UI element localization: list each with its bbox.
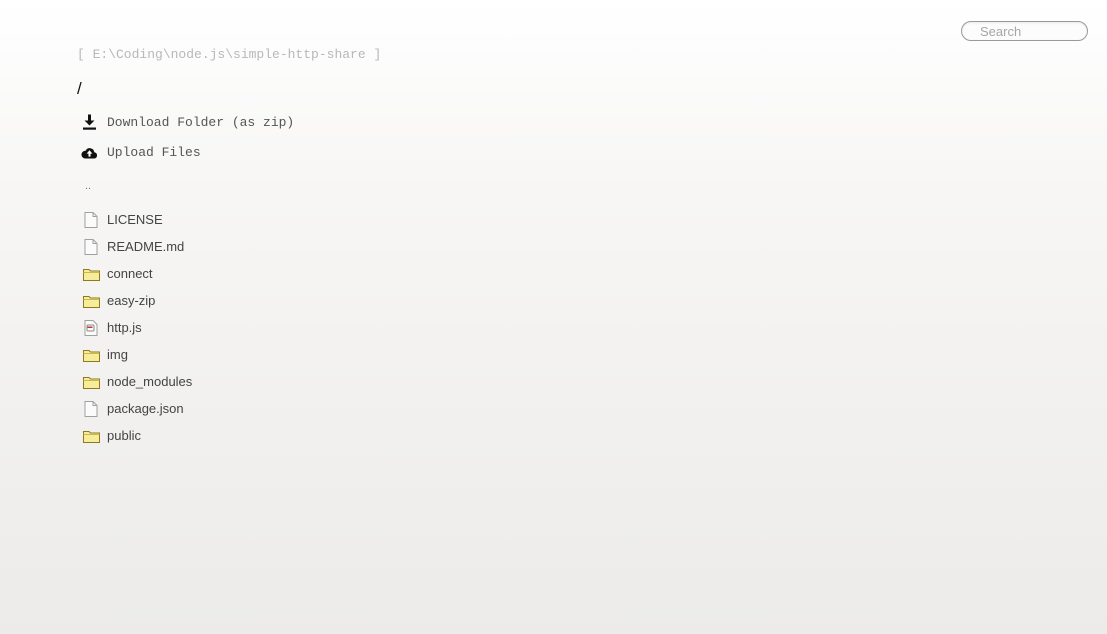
- list-item[interactable]: README.md: [82, 233, 192, 260]
- folder-icon: [82, 266, 100, 282]
- folder-icon: [82, 293, 100, 309]
- cloud-upload-icon: [81, 144, 98, 161]
- file-list: LICENSE README.md connect easy-zip http.…: [82, 206, 192, 449]
- list-item[interactable]: node_modules: [82, 368, 192, 395]
- list-item[interactable]: connect: [82, 260, 192, 287]
- list-item[interactable]: img: [82, 341, 192, 368]
- list-item-name: img: [107, 347, 128, 362]
- file-icon: [82, 211, 100, 228]
- list-item-name: README.md: [107, 239, 185, 254]
- folder-icon: [82, 428, 100, 444]
- list-item-name: connect: [107, 266, 153, 281]
- folder-icon: [82, 347, 100, 363]
- list-item[interactable]: http.js: [82, 314, 192, 341]
- search-input[interactable]: [961, 21, 1088, 41]
- list-item[interactable]: public: [82, 422, 192, 449]
- list-item[interactable]: easy-zip: [82, 287, 192, 314]
- upload-files-button[interactable]: Upload Files: [81, 143, 201, 161]
- file-icon: [82, 400, 100, 417]
- folder-icon: [82, 374, 100, 390]
- list-item-name: LICENSE: [107, 212, 163, 227]
- download-folder-label: Download Folder (as zip): [107, 114, 295, 130]
- list-item[interactable]: LICENSE: [82, 206, 192, 233]
- download-icon: [81, 114, 98, 131]
- list-item-name: package.json: [107, 401, 184, 416]
- parent-directory-link[interactable]: ..: [85, 180, 91, 192]
- list-item-name: node_modules: [107, 374, 193, 389]
- breadcrumb-root[interactable]: /: [77, 79, 82, 99]
- list-item-name: http.js: [107, 320, 142, 335]
- list-item[interactable]: package.json: [82, 395, 192, 422]
- script-file-icon: [82, 319, 100, 336]
- list-item-name: public: [107, 428, 141, 443]
- upload-files-label: Upload Files: [107, 144, 201, 160]
- file-icon: [82, 238, 100, 255]
- current-path: [ E:\Coding\node.js\simple-http-share ]: [77, 47, 382, 62]
- list-item-name: easy-zip: [107, 293, 156, 308]
- download-folder-button[interactable]: Download Folder (as zip): [81, 113, 294, 131]
